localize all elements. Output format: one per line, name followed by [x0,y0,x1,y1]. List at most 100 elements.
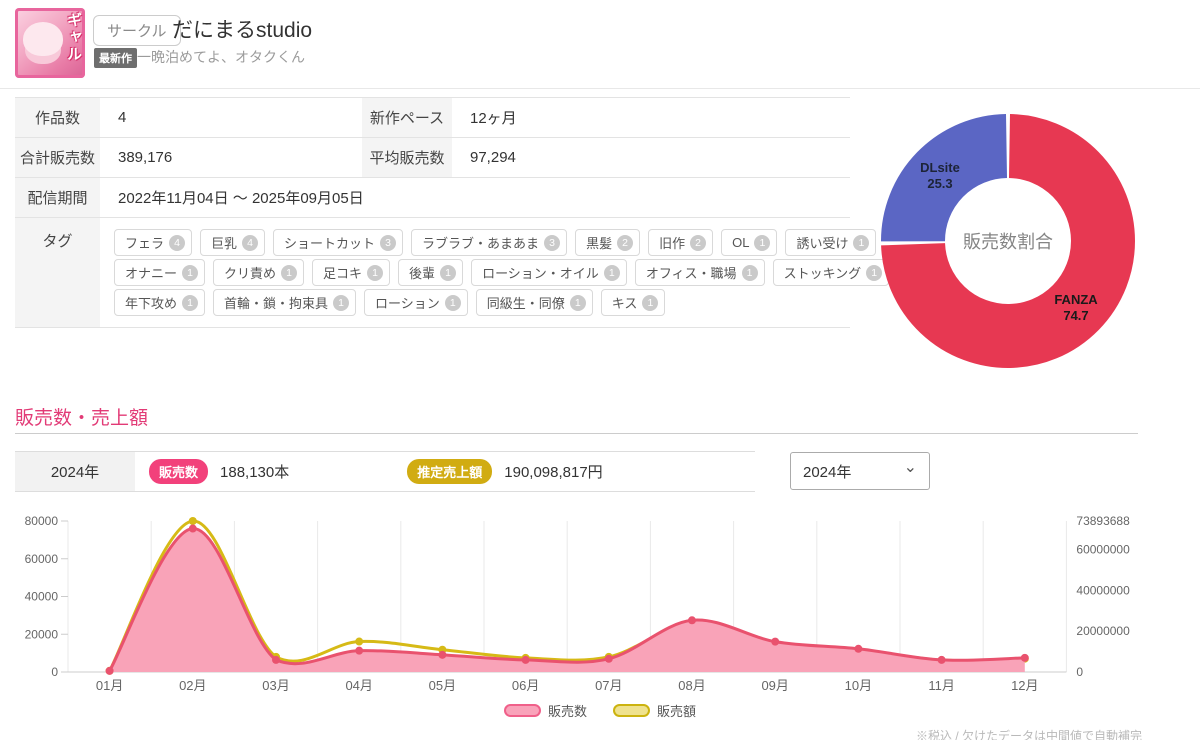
y-axis-label-left: 80000 [25,514,59,528]
estimated-revenue-badge: 推定売上額 [407,459,492,484]
tag-pill[interactable]: クリ責め1 [213,259,304,286]
estimated-revenue-value: 190,098,817円 [504,461,602,482]
data-point-販売数[interactable] [522,656,530,664]
data-point-販売数[interactable] [771,638,779,646]
latest-work-badge: 最新作 [94,48,137,68]
x-axis-label: 07月 [595,678,622,693]
latest-work-title[interactable]: 一晩泊めてよ、オタクくん [137,47,305,67]
year-select[interactable]: 2024年 ⌄ [790,452,930,490]
donut-label-fanza: FANZA74.7 [1031,292,1121,325]
tag-count-badge: 1 [182,295,198,311]
tag-name: 後輩 [409,263,435,282]
tag-pill[interactable]: 年下攻め1 [114,289,205,316]
tag-name: 首輪・鎖・拘束具 [224,293,328,312]
y-axis-label-right: 60000000 [1076,542,1130,556]
stat-label-total-sales: 合計販売数 [15,138,100,177]
data-point-販売数[interactable] [854,645,862,653]
legend-item-revenue[interactable]: 販売額 [613,701,696,720]
footer-note: ※税込 / 欠けたデータは中間値で自動補完 [916,727,1142,740]
tag-pill[interactable]: ショートカット3 [273,229,403,256]
section-title: 販売数・売上額 [15,403,148,430]
tag-pill[interactable]: 後輩 1 [398,259,463,286]
tag-pill[interactable]: 足コキ1 [312,259,390,286]
data-point-販売数[interactable] [272,656,280,664]
x-axis-label: 06月 [512,678,539,693]
sales-count-badge: 販売数 [149,459,208,484]
tag-pill[interactable]: オナニー1 [114,259,205,286]
section-divider [15,433,1138,434]
x-axis-label: 03月 [262,678,289,693]
tag-name: フェラ [125,233,164,252]
tag-pill[interactable]: ストッキング1 [773,259,890,286]
data-point-販売数[interactable] [688,616,696,624]
tag-pill[interactable]: 旧作2 [648,229,713,256]
summary-year: 2024年 [15,452,135,491]
legend-swatch-revenue [613,704,650,717]
tag-name: 足コキ [323,263,362,282]
legend-label-revenue: 販売額 [657,701,696,720]
x-axis-label: 09月 [761,678,788,693]
data-point-販売数[interactable] [1021,654,1029,662]
data-point-販売数[interactable] [605,655,613,663]
data-point-販売数[interactable] [938,656,946,664]
tag-count-badge: 4 [169,235,185,251]
x-axis-label: 04月 [345,678,372,693]
header: ギャル サークル だにまるstudio 最新作 一晩泊めてよ、オタクくん [0,0,1200,89]
year-summary-bar: 2024年 販売数 188,130本 推定売上額 190,098,817円 [15,451,755,492]
x-axis-label: 12月 [1011,678,1038,693]
donut-label-dlsite: DLsite25.3 [895,160,985,193]
tag-name: 旧作 [659,233,685,252]
tag-name: 同級生・同僚 [487,293,565,312]
legend-item-sales[interactable]: 販売数 [504,701,587,720]
tag-pill[interactable]: 巨乳4 [200,229,265,256]
tag-pill[interactable]: ローション1 [364,289,468,316]
tag-count-badge: 1 [281,265,297,281]
y-axis-label-right: 0 [1076,665,1083,679]
tag-count-badge: 1 [445,295,461,311]
tag-pill[interactable]: 黒髪2 [575,229,640,256]
tag-pill[interactable]: 誘い受け1 [785,229,876,256]
legend-swatch-sales [504,704,541,717]
data-point-販売額[interactable] [189,517,197,525]
year-select-value: 2024年 [803,461,851,482]
table-row: 配信期間 2022年11月04日 ～ 2025年09月05日 [15,177,850,217]
data-point-販売数[interactable] [189,525,197,533]
stat-label-avg-sales: 平均販売数 [362,138,452,177]
tag-pill[interactable]: キス1 [601,289,666,316]
tag-pill[interactable]: オフィス・職場1 [635,259,765,286]
circle-type-label: サークル [93,15,181,46]
tag-count-badge: 3 [544,235,560,251]
tag-pill[interactable]: OL1 [721,229,777,256]
tag-count-badge: 1 [570,295,586,311]
donut-center-label: 販売数割合 [873,228,1143,254]
data-point-販売数[interactable] [438,651,446,659]
data-point-販売額[interactable] [355,638,363,646]
x-axis-label: 10月 [845,678,872,693]
data-point-販売数[interactable] [355,647,363,655]
data-point-販売数[interactable] [106,667,114,675]
tag-pill[interactable]: フェラ 4 [114,229,192,256]
tag-count-badge: 2 [617,235,633,251]
stat-label-tags: タグ [15,218,100,327]
tag-count-badge: 1 [440,265,456,281]
x-axis-label: 01月 [96,678,123,693]
tag-name: 誘い受け [796,233,848,252]
chevron-down-icon: ⌄ [904,460,917,476]
y-axis-label-left: 20000 [25,627,59,641]
tag-row: フェラ4巨乳4ショートカット3ラブラブ・あまあま3黒髪2旧作2OL1誘い受け1 [114,229,897,256]
tag-pill[interactable]: 同級生・同僚 1 [476,289,593,316]
tag-name: OL [732,235,749,250]
stat-value-period: 2022年11月04日 ～ 2025年09月05日 [100,178,850,217]
tag-count-badge: 1 [642,295,658,311]
tag-count-badge: 1 [604,265,620,281]
tag-pill[interactable]: ローション・オイル1 [471,259,627,286]
stat-value-total-sales: 389,176 [100,138,362,177]
tag-pill[interactable]: 首輪・鎖・拘束具 1 [213,289,356,316]
page: ギャル サークル だにまるstudio 最新作 一晩泊めてよ、オタクくん 作品数… [0,0,1200,740]
tag-count-badge: 1 [333,295,349,311]
tag-pill[interactable]: ラブラブ・あまあま3 [411,229,567,256]
stat-label-period: 配信期間 [15,178,100,217]
legend-label-sales: 販売数 [548,701,587,720]
stat-value-avg-sales: 97,294 [452,138,850,177]
tag-row: 年下攻め1首輪・鎖・拘束具1ローション1同級生・同僚1キス1 [114,289,897,316]
